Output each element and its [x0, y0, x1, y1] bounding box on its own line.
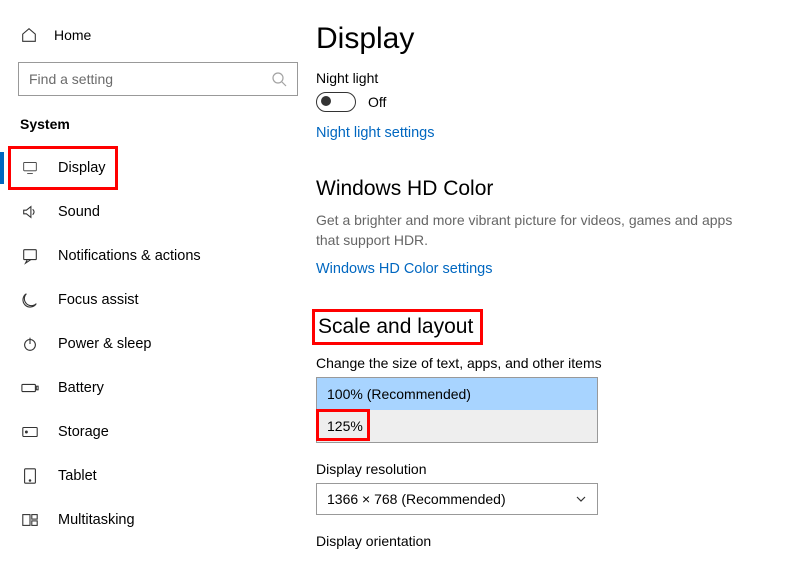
hd-color-link[interactable]: Windows HD Color settings: [316, 261, 492, 277]
night-light-state: Off: [368, 94, 386, 110]
hd-color-title: Windows HD Color: [316, 177, 794, 201]
night-light-label: Night light: [316, 70, 794, 86]
orientation-label: Display orientation: [316, 533, 794, 549]
power-icon: [20, 334, 40, 354]
home-label: Home: [54, 27, 91, 43]
scale-option-100[interactable]: 100% (Recommended): [317, 378, 597, 410]
main-content: Display Night light Off Night light sett…: [316, 0, 794, 582]
page-title: Display: [316, 22, 794, 56]
sidebar-item-tablet[interactable]: Tablet: [0, 454, 316, 498]
sidebar-item-power[interactable]: Power & sleep: [0, 322, 316, 366]
category-label: System: [0, 110, 316, 146]
display-icon: [20, 158, 40, 178]
resolution-label: Display resolution: [316, 461, 794, 477]
battery-icon: [20, 378, 40, 398]
sidebar-item-focus[interactable]: Focus assist: [0, 278, 316, 322]
storage-icon: [20, 422, 40, 442]
multitasking-icon: [20, 510, 40, 530]
sidebar-item-display[interactable]: Display: [0, 146, 316, 190]
home-button[interactable]: Home: [0, 20, 316, 56]
sidebar-item-label: Tablet: [58, 468, 97, 484]
chevron-down-icon: [575, 493, 587, 505]
search-icon: [271, 71, 287, 87]
sidebar-item-notifications[interactable]: Notifications & actions: [0, 234, 316, 278]
scale-option-125[interactable]: 125%: [317, 410, 597, 442]
sidebar-item-label: Notifications & actions: [58, 248, 201, 264]
sidebar-item-label: Power & sleep: [58, 336, 152, 352]
notifications-icon: [20, 246, 40, 266]
sidebar-item-label: Focus assist: [58, 292, 139, 308]
scale-dropdown[interactable]: 100% (Recommended) 125%: [316, 377, 598, 443]
sidebar-item-label: Display: [58, 160, 106, 176]
sidebar-item-label: Storage: [58, 424, 109, 440]
scale-change-label: Change the size of text, apps, and other…: [316, 355, 794, 371]
sidebar-item-multitasking[interactable]: Multitasking: [0, 498, 316, 542]
home-icon: [20, 26, 38, 44]
night-light-toggle[interactable]: [316, 92, 356, 112]
search-field[interactable]: [29, 71, 271, 87]
scale-title: Scale and layout: [318, 315, 473, 339]
sidebar-item-label: Multitasking: [58, 512, 135, 528]
hd-color-desc: Get a brighter and more vibrant picture …: [316, 211, 746, 250]
sidebar-item-battery[interactable]: Battery: [0, 366, 316, 410]
sound-icon: [20, 202, 40, 222]
resolution-value: 1366 × 768 (Recommended): [327, 491, 506, 507]
sidebar-item-storage[interactable]: Storage: [0, 410, 316, 454]
sidebar-item-sound[interactable]: Sound: [0, 190, 316, 234]
focus-icon: [20, 290, 40, 310]
sidebar: Home System Display Sound Notifications …: [0, 0, 316, 582]
sidebar-item-label: Sound: [58, 204, 100, 220]
search-input[interactable]: [18, 62, 298, 96]
night-light-settings-link[interactable]: Night light settings: [316, 125, 434, 141]
resolution-select[interactable]: 1366 × 768 (Recommended): [316, 483, 598, 515]
tablet-icon: [20, 466, 40, 486]
sidebar-item-label: Battery: [58, 380, 104, 396]
